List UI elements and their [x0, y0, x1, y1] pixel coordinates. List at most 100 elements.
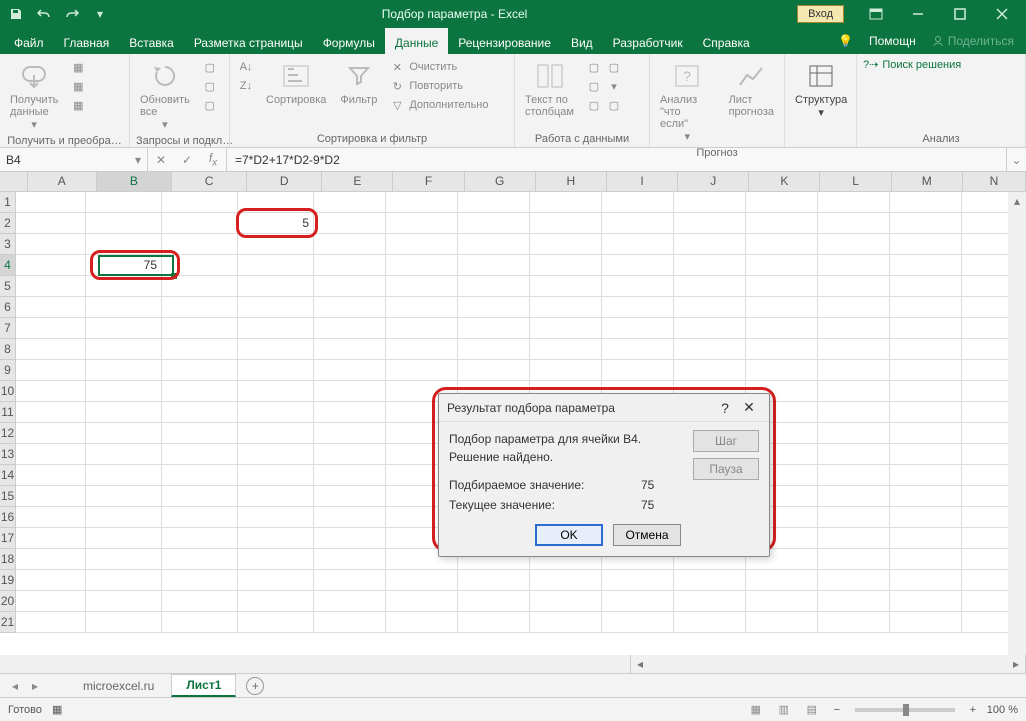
- scroll-up-icon[interactable]: ▴: [1008, 192, 1026, 210]
- cell[interactable]: [16, 444, 86, 464]
- cell[interactable]: [314, 297, 386, 317]
- cell[interactable]: [746, 339, 818, 359]
- cell[interactable]: [602, 612, 674, 632]
- cell[interactable]: [314, 402, 386, 422]
- cell[interactable]: [16, 402, 86, 422]
- dialog-help-icon[interactable]: ?: [713, 400, 737, 416]
- cell[interactable]: [458, 318, 530, 338]
- cell[interactable]: [386, 234, 458, 254]
- cell[interactable]: [16, 318, 86, 338]
- cancel-button[interactable]: Отмена: [613, 524, 681, 546]
- cell[interactable]: [386, 591, 458, 611]
- cell[interactable]: [458, 255, 530, 275]
- column-header[interactable]: B: [97, 172, 172, 191]
- forecast-button[interactable]: Лист прогноза: [725, 58, 778, 120]
- ok-button[interactable]: OK: [535, 524, 603, 546]
- cell[interactable]: [238, 570, 314, 590]
- share-button[interactable]: Поделиться: [924, 30, 1022, 52]
- sheet-tab[interactable]: microexcel.ru: [68, 675, 169, 697]
- cell[interactable]: [674, 213, 746, 233]
- cell[interactable]: [314, 234, 386, 254]
- cell[interactable]: [314, 255, 386, 275]
- cell[interactable]: [818, 381, 890, 401]
- cell[interactable]: [314, 360, 386, 380]
- cell[interactable]: [746, 612, 818, 632]
- cell[interactable]: [86, 339, 162, 359]
- cell[interactable]: [238, 255, 314, 275]
- cell[interactable]: [458, 297, 530, 317]
- cell[interactable]: [162, 381, 238, 401]
- cell[interactable]: [86, 465, 162, 485]
- cell[interactable]: [162, 570, 238, 590]
- cell[interactable]: [818, 528, 890, 548]
- row-header[interactable]: 17: [0, 528, 16, 549]
- cell[interactable]: [16, 297, 86, 317]
- cell[interactable]: [890, 570, 962, 590]
- cell[interactable]: [890, 381, 962, 401]
- cell[interactable]: [602, 213, 674, 233]
- cell[interactable]: [890, 423, 962, 443]
- cell[interactable]: [386, 360, 458, 380]
- cell[interactable]: [386, 612, 458, 632]
- cell[interactable]: [314, 339, 386, 359]
- column-header[interactable]: H: [536, 172, 607, 191]
- cell[interactable]: [238, 234, 314, 254]
- cell[interactable]: [818, 192, 890, 212]
- menu-tab-данные[interactable]: Данные: [385, 28, 448, 54]
- cell[interactable]: [818, 549, 890, 569]
- cell[interactable]: [86, 570, 162, 590]
- cell[interactable]: [314, 213, 386, 233]
- cell[interactable]: [890, 612, 962, 632]
- cell[interactable]: [890, 402, 962, 422]
- cell[interactable]: [458, 360, 530, 380]
- cell[interactable]: [238, 591, 314, 611]
- small-icon[interactable]: ▢▢: [584, 96, 624, 114]
- zoom-in-icon[interactable]: +: [965, 704, 981, 716]
- cell[interactable]: [602, 192, 674, 212]
- small-icon[interactable]: ▢▾: [584, 77, 624, 95]
- cell[interactable]: [86, 528, 162, 548]
- row-header[interactable]: 18: [0, 549, 16, 570]
- cell[interactable]: [86, 213, 162, 233]
- cell[interactable]: [16, 591, 86, 611]
- cell[interactable]: [674, 255, 746, 275]
- small-icon[interactable]: ▦: [68, 96, 88, 114]
- small-icon[interactable]: ▢: [200, 58, 220, 76]
- cell[interactable]: [86, 549, 162, 569]
- cell[interactable]: [238, 465, 314, 485]
- column-header[interactable]: M: [892, 172, 963, 191]
- cell[interactable]: [314, 381, 386, 401]
- cell[interactable]: [16, 213, 86, 233]
- cell[interactable]: [530, 318, 602, 338]
- cell[interactable]: [602, 570, 674, 590]
- save-icon[interactable]: [4, 2, 28, 26]
- cell[interactable]: [86, 612, 162, 632]
- cell[interactable]: [602, 591, 674, 611]
- chevron-down-icon[interactable]: ▾: [135, 153, 141, 167]
- row-header[interactable]: 7: [0, 318, 16, 339]
- cell[interactable]: [162, 255, 238, 275]
- cell[interactable]: [162, 507, 238, 527]
- cell[interactable]: [86, 486, 162, 506]
- column-header[interactable]: F: [393, 172, 464, 191]
- cell[interactable]: [238, 381, 314, 401]
- cell[interactable]: 5: [238, 213, 314, 233]
- cell[interactable]: [818, 402, 890, 422]
- cell[interactable]: [530, 591, 602, 611]
- cell[interactable]: [162, 423, 238, 443]
- column-header[interactable]: D: [247, 172, 322, 191]
- cell[interactable]: [818, 213, 890, 233]
- sheet-tab-active[interactable]: Лист1: [171, 674, 236, 697]
- menu-tab-главная[interactable]: Главная: [54, 28, 120, 54]
- cell[interactable]: [458, 213, 530, 233]
- row-header[interactable]: 6: [0, 297, 16, 318]
- minimize-icon[interactable]: [898, 0, 938, 28]
- cell[interactable]: [818, 486, 890, 506]
- formula-input[interactable]: =7*D2+17*D2-9*D2: [227, 148, 1006, 171]
- cell[interactable]: [746, 360, 818, 380]
- cell[interactable]: [674, 234, 746, 254]
- cell[interactable]: [674, 612, 746, 632]
- cell[interactable]: [530, 339, 602, 359]
- cell[interactable]: [674, 339, 746, 359]
- text-to-columns-button[interactable]: Текст по столбцам: [521, 58, 578, 120]
